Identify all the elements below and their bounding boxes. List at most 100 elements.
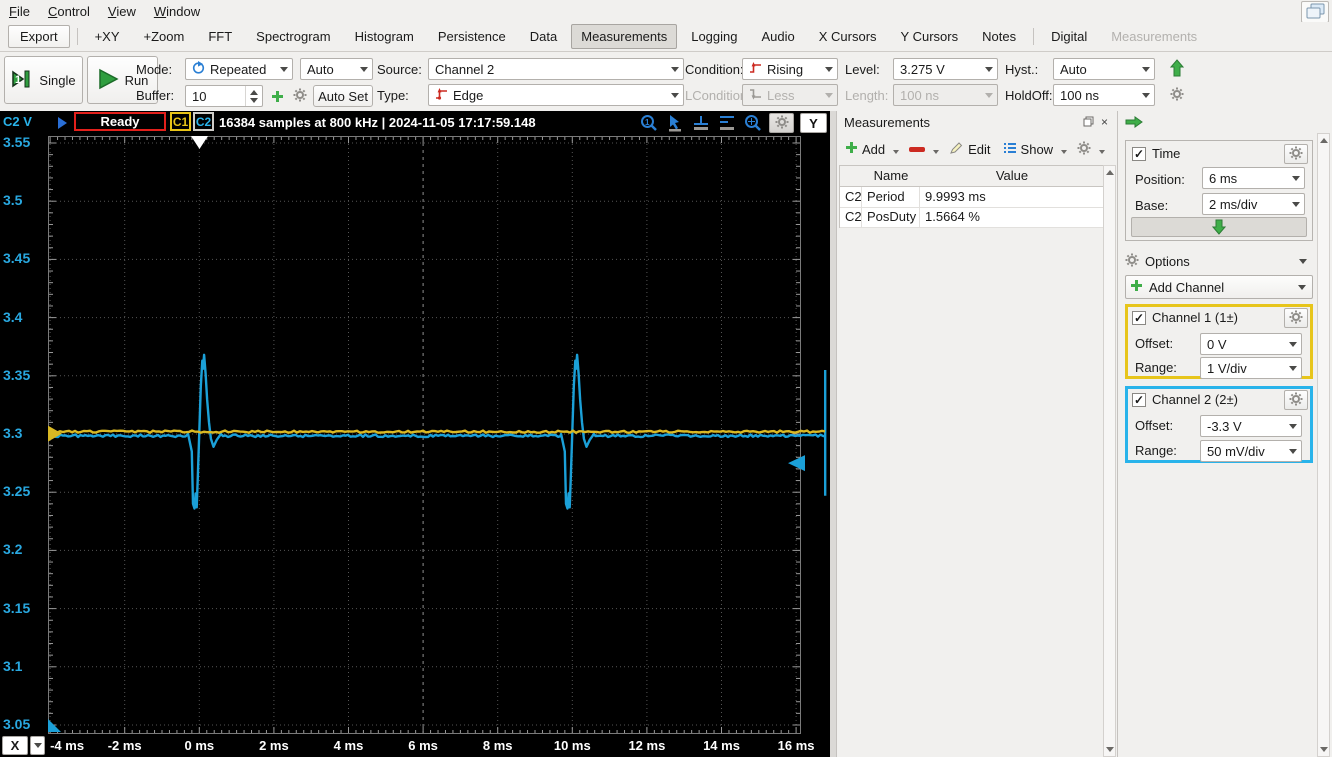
view-tab--xy[interactable]: +XY [85, 24, 130, 49]
buffer-spinner[interactable] [245, 86, 262, 106]
position-select[interactable]: 6 ms [1202, 167, 1305, 189]
channel2-checkbox[interactable]: ✓ [1132, 393, 1146, 407]
add-dropdown-arrow[interactable] [893, 150, 900, 154]
run-icon [97, 68, 119, 93]
channel1-checkbox[interactable]: ✓ [1132, 311, 1146, 325]
view-tab-data[interactable]: Data [520, 24, 567, 49]
x-cursor-icon[interactable] [691, 113, 711, 133]
plot-settings-button[interactable] [769, 113, 794, 133]
x-axis-dropdown[interactable] [30, 736, 45, 755]
scroll-down-icon[interactable] [1104, 743, 1115, 756]
table-header[interactable]: Name Value [840, 166, 1104, 187]
x-tick-label: -4 ms [50, 738, 85, 753]
view-tab-fft[interactable]: FFT [198, 24, 242, 49]
collapse-arrow-icon[interactable] [58, 117, 67, 129]
chevron-down-icon [1137, 59, 1154, 79]
channel-tab-c2[interactable]: C2 [193, 112, 214, 131]
gear-dropdown-arrow[interactable] [1099, 150, 1106, 154]
add-channel-button[interactable]: Add Channel [1125, 275, 1313, 299]
measurements-gear-button[interactable] [1073, 138, 1095, 161]
close-panel-icon[interactable]: × [1098, 115, 1111, 129]
scroll-up-icon[interactable] [1104, 166, 1115, 179]
buffer-add-button[interactable] [266, 85, 288, 107]
view-tab-logging[interactable]: Logging [681, 24, 747, 49]
hyst-label: Hyst.: [1005, 61, 1039, 77]
view-tab-spectrogram[interactable]: Spectrogram [246, 24, 340, 49]
y-tick-label: 3.5 [3, 192, 23, 209]
channel-tab-c1[interactable]: C1 [170, 112, 191, 131]
zoom-fit-icon[interactable]: 1 [639, 113, 659, 133]
view-tab--zoom[interactable]: +Zoom [134, 24, 195, 49]
column-name[interactable]: Name [862, 166, 920, 186]
buffer-gear-button[interactable] [289, 85, 311, 107]
channel1-offset-select[interactable]: 0 V [1200, 333, 1302, 355]
remove-dropdown-arrow[interactable] [933, 150, 940, 154]
chevron-down-icon [820, 85, 837, 105]
edge-icon [435, 87, 448, 103]
mode-select[interactable]: Repeated [185, 58, 293, 80]
condition-select[interactable]: Rising [742, 58, 838, 80]
channel1-range-select[interactable]: 1 V/div [1200, 357, 1302, 379]
measurement-row[interactable]: C2 Period 9.9993 ms [840, 187, 1104, 208]
remove-measurement-button[interactable] [905, 144, 929, 155]
x-axis-button[interactable]: X [2, 736, 28, 755]
time-checkbox[interactable]: ✓ [1132, 147, 1146, 161]
source-select[interactable]: Channel 2 [428, 58, 684, 80]
menubar: File Control View Window [0, 0, 1332, 23]
type-select[interactable]: Edge [428, 84, 684, 106]
view-tab-export[interactable]: Export [8, 25, 70, 48]
view-tab-persistence[interactable]: Persistence [428, 24, 516, 49]
measurements-scrollbar[interactable] [1103, 165, 1116, 757]
show-dropdown-arrow[interactable] [1061, 150, 1068, 154]
scroll-up-icon[interactable] [1318, 134, 1329, 147]
hyst-select[interactable]: Auto [1053, 58, 1155, 80]
mode-auto-select[interactable]: Auto [300, 58, 373, 80]
channel1-gear-button[interactable] [1284, 308, 1308, 328]
scroll-down-icon[interactable] [1318, 743, 1329, 756]
view-tab-x-cursors[interactable]: X Cursors [809, 24, 887, 49]
holdoff-select[interactable]: 100 ns [1053, 84, 1155, 106]
base-select[interactable]: 2 ms/div [1202, 193, 1305, 215]
channel2-offset-select[interactable]: -3.3 V [1200, 415, 1302, 437]
view-tab-notes[interactable]: Notes [972, 24, 1026, 49]
zoom-grid-icon[interactable] [743, 113, 763, 133]
auto-set-button[interactable]: Auto Set [313, 85, 373, 107]
menu-file[interactable]: File [0, 2, 39, 21]
single-button[interactable]: 1 Single [4, 56, 83, 104]
float-panel-icon[interactable] [1082, 115, 1095, 128]
waveform-plot[interactable] [48, 136, 830, 735]
cascade-windows-button[interactable] [1301, 1, 1329, 23]
channel2-gear-button[interactable] [1284, 390, 1308, 410]
menu-control[interactable]: Control [39, 2, 99, 21]
auto-set-label: Auto Set [318, 88, 368, 104]
view-tab-histogram[interactable]: Histogram [345, 24, 424, 49]
options-row[interactable]: Options [1125, 250, 1313, 272]
show-measurement-button[interactable]: Show [999, 139, 1058, 160]
level-select[interactable]: 3.275 V [893, 58, 998, 80]
add-measurement-button[interactable]: Add [841, 138, 889, 160]
buffer-input[interactable]: 10 [185, 85, 263, 107]
y-tick-label: 3.35 [3, 366, 31, 383]
view-tab-measurements[interactable]: Measurements [571, 24, 678, 49]
column-value[interactable]: Value [920, 166, 1104, 186]
time-gear-button[interactable] [1284, 144, 1308, 164]
pointer-icon[interactable] [665, 113, 685, 133]
view-tab-digital[interactable]: Digital [1041, 24, 1097, 49]
channel2-range-select[interactable]: 50 mV/div [1200, 440, 1302, 462]
y-cursor-icon[interactable] [717, 113, 737, 133]
chevron-down-icon [666, 85, 683, 105]
x-tick-label: -2 ms [107, 738, 142, 753]
view-tab-y-cursors[interactable]: Y Cursors [891, 24, 969, 49]
y-axis-button[interactable]: Y [800, 113, 827, 133]
repeat-icon [192, 61, 205, 77]
time-expand-button[interactable] [1131, 217, 1307, 237]
panel-scrollbar[interactable] [1317, 133, 1330, 757]
menu-view[interactable]: View [99, 2, 145, 21]
measurement-row[interactable]: C2 PosDuty 1.5664 % [840, 207, 1104, 228]
trigger-gear-button[interactable] [1166, 84, 1188, 106]
collapse-panel-icon[interactable] [1125, 116, 1143, 131]
menu-window[interactable]: Window [145, 2, 209, 21]
edit-measurement-button[interactable]: Edit [945, 138, 994, 161]
view-tab-audio[interactable]: Audio [752, 24, 805, 49]
trigger-up-arrow-icon[interactable] [1166, 57, 1188, 79]
